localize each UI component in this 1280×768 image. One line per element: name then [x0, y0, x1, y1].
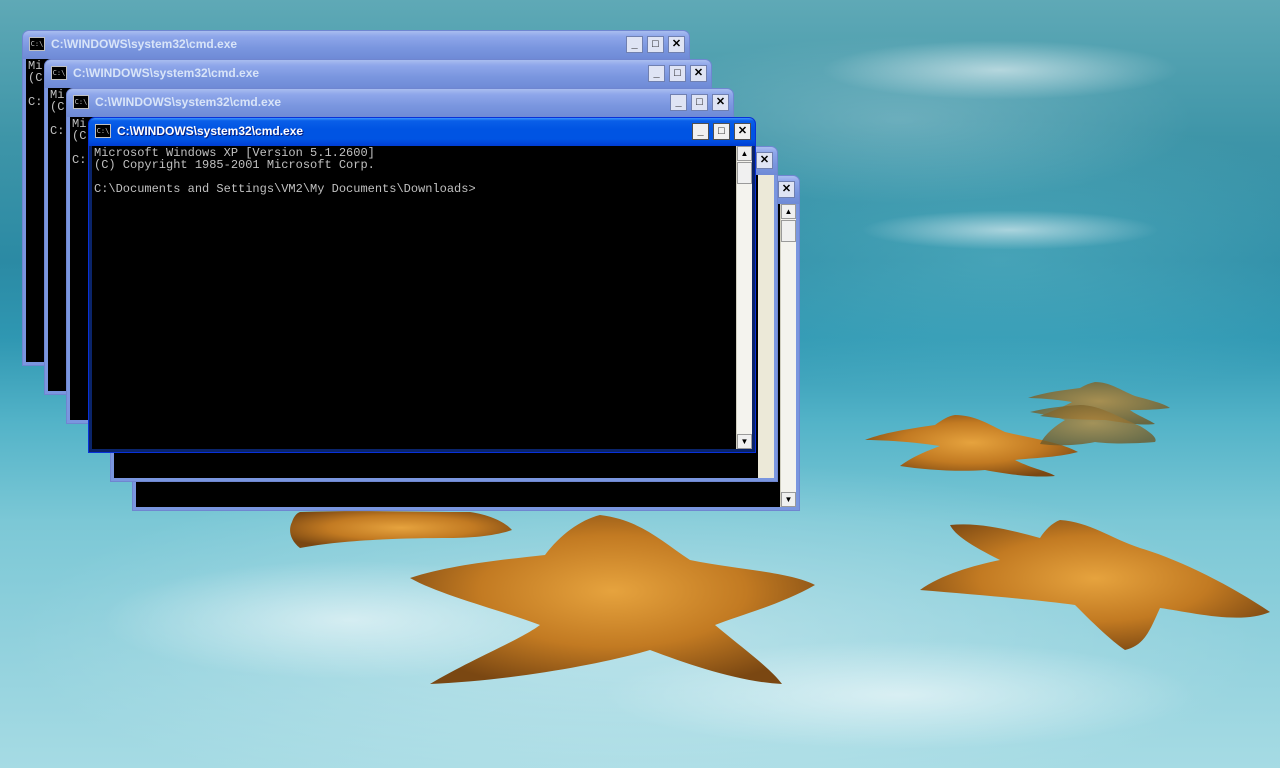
console-line: (C: [72, 129, 87, 143]
vertical-scrollbar[interactable]: ▲ ▼: [780, 204, 796, 507]
window-titlebar[interactable]: C:\ C:\WINDOWS\system32\cmd.exe _ □ ✕: [23, 31, 689, 59]
minimize-button[interactable]: _: [692, 123, 709, 140]
window-title: C:\WINDOWS\system32\cmd.exe: [117, 124, 304, 138]
window-title: C:\WINDOWS\system32\cmd.exe: [73, 66, 260, 80]
vertical-scrollbar[interactable]: ▲ ▼: [736, 146, 752, 449]
maximize-button[interactable]: □: [647, 36, 664, 53]
console-app-icon[interactable]: C:\: [51, 66, 67, 80]
close-button[interactable]: ✕: [778, 181, 795, 198]
window-titlebar[interactable]: C:\ C:\WINDOWS\system32\cmd.exe _ □ ✕: [89, 118, 755, 146]
cmd-window-active[interactable]: C:\ C:\WINDOWS\system32\cmd.exe _ □ ✕ Mi…: [88, 117, 756, 453]
starfish: [865, 415, 1078, 477]
console-line: (C) Copyright 1985-2001 Microsoft Corp.: [94, 158, 375, 172]
maximize-button[interactable]: □: [713, 123, 730, 140]
maximize-button[interactable]: □: [691, 94, 708, 111]
console-app-icon[interactable]: C:\: [29, 37, 45, 51]
minimize-button[interactable]: _: [626, 36, 643, 53]
window-frame: Microsoft Windows XP [Version 5.1.2600] …: [92, 146, 752, 449]
starfish: [410, 515, 815, 684]
window-title: C:\WINDOWS\system32\cmd.exe: [95, 95, 282, 109]
close-button[interactable]: ✕: [690, 65, 707, 82]
scroll-up-button[interactable]: ▲: [781, 204, 796, 219]
console-line: (C: [50, 100, 65, 114]
console-line: C:: [28, 95, 43, 109]
starfish: [1028, 382, 1170, 446]
close-button[interactable]: ✕: [668, 36, 685, 53]
scroll-down-button[interactable]: ▼: [737, 434, 752, 449]
console-line: C:: [50, 124, 65, 138]
close-button[interactable]: ✕: [756, 152, 773, 169]
console-line: (C: [28, 71, 43, 85]
console-prompt[interactable]: C:\Documents and Settings\VM2\My Documen…: [94, 182, 476, 196]
scroll-thumb[interactable]: [737, 162, 752, 184]
scroll-up-button[interactable]: ▲: [737, 146, 752, 161]
starfish: [290, 511, 512, 548]
maximize-button[interactable]: □: [669, 65, 686, 82]
minimize-button[interactable]: _: [648, 65, 665, 82]
close-button[interactable]: ✕: [734, 123, 751, 140]
close-button[interactable]: ✕: [712, 94, 729, 111]
window-titlebar[interactable]: C:\ C:\WINDOWS\system32\cmd.exe _ □ ✕: [67, 89, 733, 117]
window-title: C:\WINDOWS\system32\cmd.exe: [51, 37, 238, 51]
console-line: C:: [72, 153, 87, 167]
console-app-icon[interactable]: C:\: [95, 124, 111, 138]
starfish: [920, 520, 1270, 650]
minimize-button[interactable]: _: [670, 94, 687, 111]
scroll-thumb[interactable]: [781, 220, 796, 242]
window-titlebar[interactable]: C:\ C:\WINDOWS\system32\cmd.exe _ □ ✕: [45, 60, 711, 88]
scroll-down-button[interactable]: ▼: [781, 492, 796, 507]
console-output[interactable]: Microsoft Windows XP [Version 5.1.2600] …: [92, 146, 736, 449]
console-app-icon[interactable]: C:\: [73, 95, 89, 109]
